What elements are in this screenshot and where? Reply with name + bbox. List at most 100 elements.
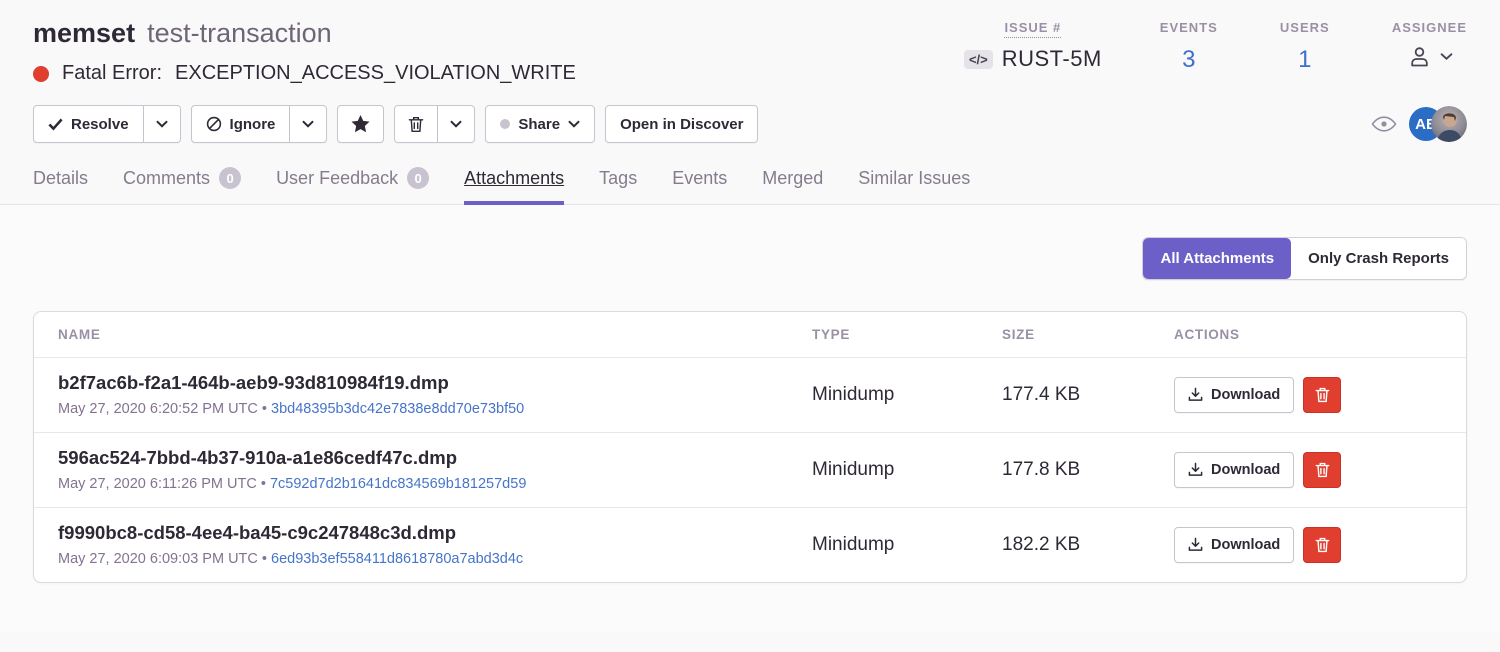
event-id-link[interactable]: 6ed93b3ef558411d8618780a7abd3d4c — [271, 551, 523, 567]
share-button[interactable]: Share — [485, 105, 595, 143]
attachment-actions: Download — [1174, 527, 1442, 563]
resolve-button[interactable]: Resolve — [33, 105, 144, 143]
issue-stats: ISSUE # </> RUST-5M EVENTS 3 USERS 1 ASS… — [964, 18, 1467, 74]
delete-button[interactable] — [394, 105, 438, 143]
stat-users: USERS 1 — [1276, 20, 1334, 74]
page-title: memset test-transaction — [33, 18, 576, 49]
events-label: EVENTS — [1160, 20, 1218, 35]
share-status-dot — [500, 119, 510, 129]
attachment-filter-toggle: All Attachments Only Crash Reports — [1142, 237, 1467, 280]
event-id-link[interactable]: 7c592d7d2b1641dc834569b181257d59 — [270, 476, 526, 492]
attachment-meta: May 27, 2020 6:20:52 PM UTC • 3bd48395b3… — [58, 401, 812, 417]
issue-header: memset test-transaction Fatal Error: EXC… — [0, 0, 1500, 85]
ignore-button[interactable]: Ignore — [191, 105, 291, 143]
attachment-meta: May 27, 2020 6:11:26 PM UTC • 7c592d7d2b… — [58, 476, 812, 492]
error-value: EXCEPTION_ACCESS_VIOLATION_WRITE — [175, 62, 576, 85]
action-toolbar: Resolve Ignore Share Open in Discov — [0, 105, 1500, 143]
mute-icon — [206, 116, 222, 132]
attachment-timestamp: May 27, 2020 6:09:03 PM UTC — [58, 551, 258, 567]
delete-attachment-button[interactable] — [1303, 377, 1341, 413]
delete-attachment-button[interactable] — [1303, 452, 1341, 488]
tab-tags[interactable]: Tags — [599, 167, 637, 204]
events-count[interactable]: 3 — [1182, 46, 1195, 74]
resolve-dropdown-button[interactable] — [144, 105, 181, 143]
person-icon — [1406, 43, 1433, 70]
code-icon: </> — [964, 50, 993, 69]
attachment-type: Minidump — [812, 459, 1002, 481]
issue-tabs: Details Comments0 User Feedback0 Attachm… — [0, 167, 1500, 205]
title-block: memset test-transaction Fatal Error: EXC… — [33, 18, 576, 85]
delete-attachment-button[interactable] — [1303, 527, 1341, 563]
stat-assignee: ASSIGNEE — [1392, 20, 1467, 74]
meta-separator: • — [261, 476, 266, 492]
bookmark-star-button[interactable] — [337, 105, 384, 143]
star-icon — [351, 115, 370, 133]
tab-events[interactable]: Events — [672, 167, 727, 204]
stat-issue: ISSUE # </> RUST-5M — [964, 20, 1102, 74]
tab-similar-issues[interactable]: Similar Issues — [858, 167, 970, 204]
project-name: memset — [33, 18, 135, 49]
download-button[interactable]: Download — [1174, 452, 1294, 488]
users-count[interactable]: 1 — [1298, 46, 1311, 74]
attachment-actions: Download — [1174, 377, 1442, 413]
column-header-actions: ACTIONS — [1174, 327, 1442, 342]
attachment-size: 177.4 KB — [1002, 384, 1174, 406]
issue-short-id[interactable]: </> RUST-5M — [964, 46, 1102, 72]
attachment-type: Minidump — [812, 384, 1002, 406]
filter-all-attachments-button[interactable]: All Attachments — [1143, 238, 1291, 279]
error-level-dot — [33, 66, 49, 82]
tab-comments[interactable]: Comments0 — [123, 167, 241, 204]
chevron-down-icon — [156, 120, 168, 128]
delete-button-group — [394, 105, 475, 143]
attachment-name-cell: f9990bc8-cd58-4ee4-ba45-c9c247848c3d.dmp… — [58, 522, 812, 567]
attachments-table: NAME TYPE SIZE ACTIONS b2f7ac6b-f2a1-464… — [33, 311, 1467, 583]
meta-separator: • — [262, 401, 267, 417]
column-header-size: SIZE — [1002, 327, 1174, 342]
participant-avatars: AB — [1409, 106, 1467, 142]
error-summary: Fatal Error: EXCEPTION_ACCESS_VIOLATION_… — [33, 62, 576, 85]
trash-icon — [408, 116, 424, 133]
comments-count-badge: 0 — [219, 167, 241, 189]
assignee-selector[interactable] — [1406, 43, 1453, 70]
table-row: b2f7ac6b-f2a1-464b-aeb9-93d810984f19.dmp… — [34, 358, 1466, 433]
resolve-button-group: Resolve — [33, 105, 181, 143]
ignore-dropdown-button[interactable] — [290, 105, 327, 143]
avatar[interactable] — [1431, 106, 1467, 142]
attachment-actions: Download — [1174, 452, 1442, 488]
download-icon — [1188, 462, 1203, 477]
tab-merged[interactable]: Merged — [762, 167, 823, 204]
eye-icon[interactable] — [1371, 114, 1397, 134]
tab-details[interactable]: Details — [33, 167, 88, 204]
tab-user-feedback[interactable]: User Feedback0 — [276, 167, 429, 204]
tab-attachments[interactable]: Attachments — [464, 167, 564, 204]
ignore-button-group: Ignore — [191, 105, 328, 143]
issue-number-label: ISSUE # — [1004, 20, 1061, 38]
event-id-link[interactable]: 3bd48395b3dc42e7838e8dd70e73bf50 — [271, 401, 524, 417]
attachment-timestamp: May 27, 2020 6:20:52 PM UTC — [58, 401, 258, 417]
download-button[interactable]: Download — [1174, 527, 1294, 563]
feedback-count-badge: 0 — [407, 167, 429, 189]
attachments-panel: All Attachments Only Crash Reports NAME … — [0, 205, 1500, 632]
users-label: USERS — [1280, 20, 1330, 35]
attachment-filename: b2f7ac6b-f2a1-464b-aeb9-93d810984f19.dmp — [58, 372, 812, 394]
trash-icon — [1315, 462, 1330, 478]
attachment-size: 177.8 KB — [1002, 459, 1174, 481]
download-icon — [1188, 387, 1203, 402]
download-button[interactable]: Download — [1174, 377, 1294, 413]
column-header-name: NAME — [58, 327, 812, 342]
open-in-discover-button[interactable]: Open in Discover — [605, 105, 758, 143]
attachment-filename: 596ac524-7bbd-4b37-910a-a1e86cedf47c.dmp — [58, 447, 812, 469]
table-header-row: NAME TYPE SIZE ACTIONS — [34, 312, 1466, 358]
column-header-type: TYPE — [812, 327, 1002, 342]
chevron-down-icon — [302, 120, 314, 128]
check-icon — [48, 118, 63, 131]
delete-dropdown-button[interactable] — [438, 105, 475, 143]
table-row: f9990bc8-cd58-4ee4-ba45-c9c247848c3d.dmp… — [34, 508, 1466, 582]
filter-only-crash-reports-button[interactable]: Only Crash Reports — [1291, 238, 1466, 279]
stat-events: EVENTS 3 — [1160, 20, 1218, 74]
attachment-name-cell: b2f7ac6b-f2a1-464b-aeb9-93d810984f19.dmp… — [58, 372, 812, 417]
table-row: 596ac524-7bbd-4b37-910a-a1e86cedf47c.dmp… — [34, 433, 1466, 508]
chevron-down-icon — [1440, 52, 1453, 61]
download-icon — [1188, 537, 1203, 552]
chevron-down-icon — [450, 120, 462, 128]
